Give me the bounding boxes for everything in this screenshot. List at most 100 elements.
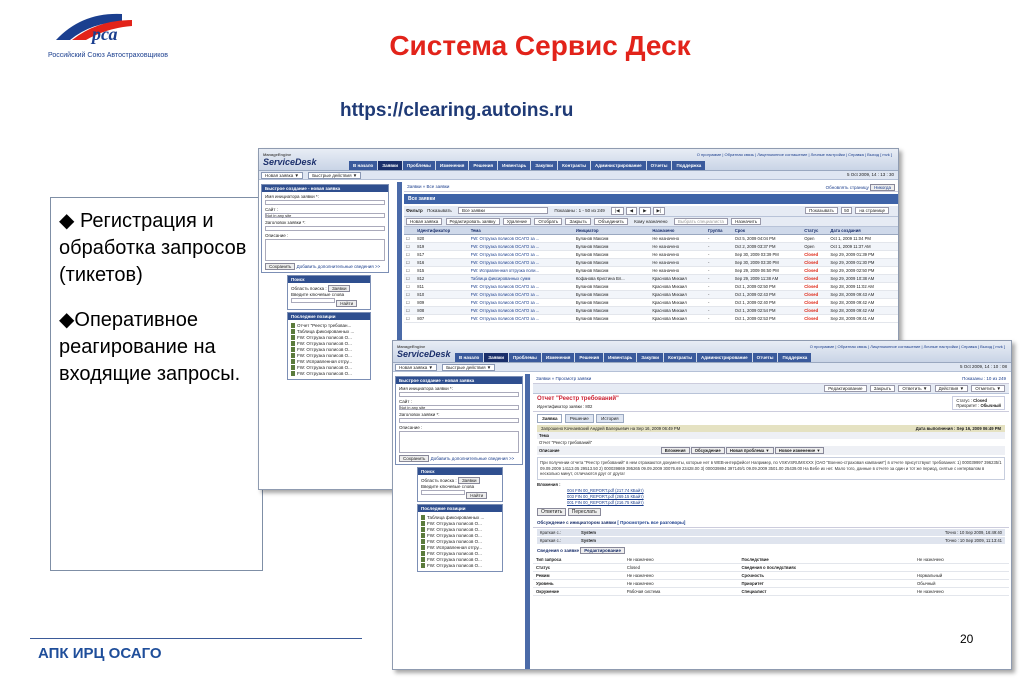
table-cell[interactable]: Таблица фиксированных сумм: [468, 274, 574, 283]
merge-button[interactable]: Объединить: [594, 218, 628, 225]
row-checkbox[interactable]: ☐: [404, 306, 416, 315]
delete-button[interactable]: Удаление: [502, 218, 532, 225]
new-request-dropdown[interactable]: Новая заявка ▼: [261, 172, 303, 179]
tab-request[interactable]: Заявка: [537, 414, 563, 423]
description-textarea[interactable]: [265, 239, 385, 261]
actions-dropdown[interactable]: Действия ▼: [934, 385, 969, 392]
new-change-button[interactable]: Новое изменение ▼: [774, 447, 825, 454]
site-select[interactable]: Not in any site: [399, 405, 519, 410]
tab-resolution[interactable]: Решение: [564, 414, 594, 423]
attachment-link[interactable]: 003 FIN 00_REPORT.pdf (269.15 КБайт): [567, 494, 1009, 499]
recent-item[interactable]: FW: Отгрузка полисов О...: [421, 521, 499, 526]
tab-inventory[interactable]: Инвентарь: [498, 161, 531, 170]
recent-item[interactable]: FW: Исправленная отгру...: [291, 359, 367, 364]
row-checkbox[interactable]: ☐: [404, 266, 416, 275]
table-row[interactable]: ☐ 815 FW: Исправленная отгрузка поли... Бул…: [404, 266, 898, 275]
table-cell[interactable]: FW: Отгрузка полисов ОСАГО за ...: [468, 290, 574, 299]
row-checkbox[interactable]: ☐: [404, 274, 416, 283]
table-row[interactable]: ☐ 816 FW: Отгрузка полисов ОСАГО за ... Бул…: [404, 258, 898, 267]
per-page-select[interactable]: 50: [841, 207, 853, 214]
assign-button[interactable]: Назначить: [731, 218, 762, 225]
save-button[interactable]: Сохранить: [265, 263, 296, 270]
discussion-row[interactable]: Краткая с.: System Точно : 10 Sep 2009, 16…: [537, 528, 1005, 536]
subject-input[interactable]: [399, 418, 519, 423]
details-edit-button[interactable]: Редактирование: [580, 546, 625, 554]
tab-support[interactable]: Поддержка: [672, 161, 706, 170]
table-cell[interactable]: FW: Отгрузка полисов ОСАГО за ...: [468, 242, 574, 251]
tab-problems[interactable]: Проблемы: [403, 161, 435, 170]
reply-button[interactable]: Ответить: [537, 507, 567, 516]
discussion-button[interactable]: Обсуждение: [690, 447, 725, 454]
tab-purchases[interactable]: Закупки: [637, 353, 664, 362]
search-area-select[interactable]: Заявки: [457, 477, 481, 484]
recent-item[interactable]: FW: Отгрузка полисов О...: [421, 563, 499, 568]
recent-item[interactable]: FW: Отгрузка полисов О...: [291, 347, 367, 352]
find-button[interactable]: Найти: [336, 300, 358, 307]
search-area-select[interactable]: Заявки: [327, 285, 351, 292]
table-cell[interactable]: FW: Отгрузка полисов ОСАГО за ...: [468, 282, 574, 291]
recent-item[interactable]: Отчет "Реестр требован...: [291, 323, 367, 328]
table-row[interactable]: ☐ 817 FW: Отгрузка полисов ОСАГО за ... Бул…: [404, 250, 898, 259]
panel-collapse-bar[interactable]: [525, 374, 530, 669]
new-problem-button[interactable]: Новая проблема ▼: [725, 447, 774, 454]
table-row[interactable]: ☐ 808 FW: Отгрузка полисов ОСАГО за ... Бул…: [404, 306, 898, 315]
tab-home[interactable]: В начало: [349, 161, 378, 170]
recent-item[interactable]: FW: Отгрузка полисов О...: [421, 527, 499, 532]
row-checkbox[interactable]: ☐: [404, 282, 416, 291]
edit-request-button[interactable]: Редактировать заявку: [445, 218, 500, 225]
tab-home[interactable]: В начало: [455, 353, 484, 362]
top-links[interactable]: О программе | Обратная связь | Лицензион…: [697, 152, 892, 157]
recent-item[interactable]: FW: Отгрузка полисов О...: [421, 551, 499, 556]
tab-reports[interactable]: Отчеты: [752, 353, 778, 362]
tab-contracts[interactable]: Контракты: [558, 161, 591, 170]
tab-changes[interactable]: Изменения: [541, 353, 575, 362]
attachment-link[interactable]: 004 FIN 00_REPORT.pdf (217.74 КБайт): [567, 488, 1009, 493]
tab-requests[interactable]: Заявки: [378, 161, 403, 170]
tab-solutions[interactable]: Решения: [575, 353, 604, 362]
row-checkbox[interactable]: ☐: [404, 258, 416, 267]
tab-support[interactable]: Поддержка: [778, 353, 812, 362]
table-row[interactable]: ☐ 809 FW: Отгрузка полисов ОСАГО за ... Бул…: [404, 298, 898, 307]
search-input[interactable]: [291, 298, 335, 303]
table-cell[interactable]: FW: Отгрузка полисов ОСАГО за ...: [468, 306, 574, 315]
row-checkbox[interactable]: ☐: [404, 234, 416, 243]
recent-item[interactable]: FW: Отгрузка полисов О...: [291, 365, 367, 370]
recent-item[interactable]: FW: Отгрузка полисов О...: [421, 539, 499, 544]
requester-input[interactable]: [265, 200, 385, 205]
technician-select[interactable]: Выбрать специалиста: [673, 218, 728, 225]
tab-solutions[interactable]: Решения: [469, 161, 498, 170]
tab-admin[interactable]: Администрирование: [697, 353, 752, 362]
reply-dropdown[interactable]: Ответить ▼: [898, 385, 932, 392]
tab-contracts[interactable]: Контракты: [664, 353, 697, 362]
search-input[interactable]: [421, 490, 465, 495]
table-row[interactable]: ☐ 812 Таблица фиксированных сумм Кофанова К…: [404, 274, 898, 283]
row-checkbox[interactable]: ☐: [404, 290, 416, 299]
row-checkbox[interactable]: ☐: [404, 242, 416, 251]
table-row[interactable]: ☐ 807 FW: Отгрузка полисов ОСАГО за ... Бул…: [404, 314, 898, 323]
next-page-button[interactable]: ▶: [639, 207, 651, 215]
close-button[interactable]: Закрыть: [565, 218, 591, 225]
attachment-link[interactable]: 001 FIN 00_REPORT.pdf (216.75 КБайт): [567, 500, 1009, 505]
row-checkbox[interactable]: ☐: [404, 314, 416, 323]
tab-problems[interactable]: Проблемы: [509, 353, 541, 362]
recent-item[interactable]: FW: Отгрузка полисов О...: [291, 353, 367, 358]
new-request-dropdown[interactable]: Новая заявка ▼: [395, 364, 437, 371]
recent-item[interactable]: FW: Исправленная отгру...: [421, 545, 499, 550]
quick-actions-dropdown[interactable]: Быстрые действия ▼: [442, 364, 496, 371]
more-details-link[interactable]: Добавить дополнительные сведения >>: [297, 264, 381, 269]
filter-select[interactable]: Все заявки: [458, 207, 549, 214]
view-all-conversations-link[interactable]: [ Просмотреть все разговоры]: [617, 520, 685, 525]
tab-reports[interactable]: Отчеты: [646, 161, 672, 170]
find-button[interactable]: Найти: [466, 492, 488, 499]
quick-actions-dropdown[interactable]: Быстрые действия ▼: [308, 172, 362, 179]
table-cell[interactable]: FW: Отгрузка полисов ОСАГО за ...: [468, 258, 574, 267]
table-row[interactable]: ☐ 819 FW: Отгрузка полисов ОСАГО за ... Бул…: [404, 242, 898, 251]
mark-dropdown[interactable]: Отметить ▼: [971, 385, 1005, 392]
save-button[interactable]: Сохранить: [399, 455, 430, 462]
table-cell[interactable]: FW: Исправленная отгрузка поли...: [468, 266, 574, 275]
recent-item[interactable]: FW: Отгрузка полисов О...: [291, 335, 367, 340]
description-textarea[interactable]: [399, 431, 519, 453]
new-request-button[interactable]: Новая заявка: [406, 218, 443, 225]
requester-input[interactable]: [399, 392, 519, 397]
top-links[interactable]: О программе | Обратная связь | Лицензион…: [810, 344, 1005, 349]
